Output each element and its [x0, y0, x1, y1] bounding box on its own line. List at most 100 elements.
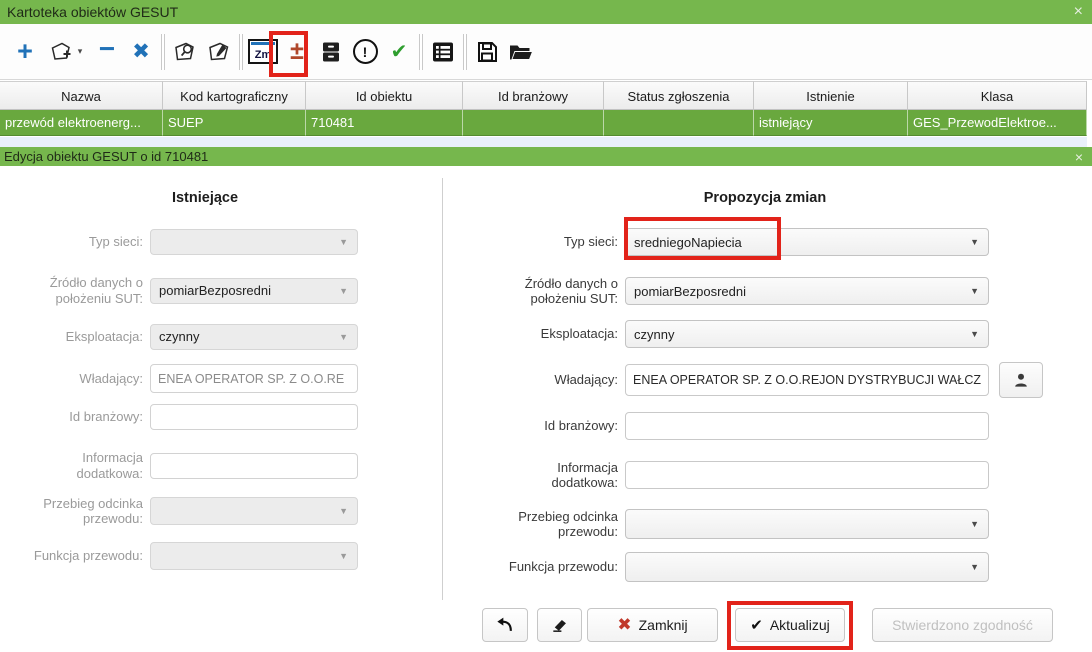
save-button[interactable] — [470, 32, 504, 72]
check-icon: ✔ — [750, 616, 763, 634]
table-header-row: Nazwa Kod kartograficzny Id obiektu Id b… — [0, 81, 1087, 110]
close-dialog-button[interactable]: ✖ Zamknij — [587, 608, 718, 642]
field-label: Typ sieci: — [490, 234, 618, 249]
chevron-down-icon: ▼ — [339, 551, 348, 561]
plus-minus-icon: ± — [290, 39, 304, 64]
row-cell-klasa[interactable]: GES_PrzewodElektroe... — [908, 110, 1087, 136]
header-cell-id-branzowy[interactable]: Id branżowy — [463, 81, 604, 110]
polygon-search-icon — [173, 41, 197, 63]
header-cell-nazwa[interactable]: Nazwa — [0, 81, 163, 110]
select-user-button[interactable] — [999, 362, 1043, 398]
eksploatacja-select-proposed[interactable]: czynny ▼ — [625, 320, 989, 348]
chevron-down-icon: ▼ — [339, 332, 348, 342]
zrodlo-select-existing: pomiarBezposredni ▼ — [150, 278, 358, 304]
add-polygon-button[interactable]: ▾ — [42, 32, 90, 72]
undo-icon — [495, 615, 515, 635]
toolbar-separator — [463, 34, 467, 70]
undo-button[interactable] — [482, 608, 528, 642]
confirm-check-icon: ✔ — [391, 42, 408, 62]
chevron-down-icon: ▼ — [970, 329, 979, 339]
zrodlo-select-proposed[interactable]: pomiarBezposredni ▼ — [625, 277, 989, 305]
add-polygon-caret-icon[interactable]: ▾ — [78, 46, 83, 57]
polygon-search-button[interactable] — [168, 32, 202, 72]
row-cell-istnienie[interactable]: istniejący — [754, 110, 908, 136]
toolbar-separator — [419, 34, 423, 70]
confirm-button[interactable]: ✔ — [382, 32, 416, 72]
field-id-branzowy-proposed: Id branżowy: — [490, 412, 989, 440]
typ-sieci-select-existing: ▼ — [150, 229, 358, 255]
user-icon — [1013, 372, 1029, 388]
zm-scale-button[interactable]: Zm — [246, 32, 280, 72]
header-cell-klasa[interactable]: Klasa — [908, 81, 1087, 110]
plus-minus-button[interactable]: ± — [280, 32, 314, 72]
update-label: Aktualizuj — [770, 617, 830, 633]
wladajacy-input-proposed[interactable] — [625, 364, 989, 396]
row-cell-id-obiektu[interactable]: 710481 — [306, 110, 463, 136]
eraser-button[interactable] — [537, 608, 582, 642]
update-button[interactable]: ✔ Aktualizuj — [735, 608, 845, 642]
header-cell-istnienie[interactable]: Istnienie — [754, 81, 908, 110]
field-label: Typ sieci: — [15, 234, 143, 249]
row-cell-nazwa[interactable]: przewód elektroenerg... — [0, 110, 163, 136]
delete-icon: ✖ — [132, 41, 150, 62]
remove-button[interactable]: − — [90, 32, 124, 72]
id-branzowy-input-proposed[interactable] — [625, 412, 989, 440]
left-panel-heading: Istniejące — [0, 190, 410, 206]
table-row[interactable]: przewód elektroenerg... SUEP 710481 istn… — [0, 110, 1087, 136]
panel-divider — [442, 178, 443, 600]
field-wladajacy-existing: Władający: — [15, 364, 358, 393]
field-zrodlo-existing: Źródło danych o położeniu SUT: pomiarBez… — [15, 277, 358, 304]
field-label: Funkcja przewodu: — [15, 548, 143, 563]
objects-table: Nazwa Kod kartograficzny Id obiektu Id b… — [0, 81, 1087, 136]
open-folder-icon — [508, 41, 534, 63]
zm-scale-icon: Zm — [248, 39, 278, 64]
row-cell-kod-kartograficzny[interactable]: SUEP — [163, 110, 306, 136]
field-typ-sieci-proposed: Typ sieci: sredniegoNapiecia ▼ — [490, 228, 989, 256]
wladajacy-input-existing — [150, 364, 358, 393]
field-funkcja-existing: Funkcja przewodu: ▼ — [15, 542, 358, 570]
przebieg-select-proposed[interactable]: ▼ — [625, 509, 989, 539]
chevron-down-icon: ▼ — [339, 286, 348, 296]
typ-sieci-select-proposed[interactable]: sredniegoNapiecia ▼ — [625, 228, 989, 256]
field-label: Id branżowy: — [490, 418, 618, 433]
dialog-body: Istniejące Propozycja zmian Typ sieci: ▼… — [0, 166, 1092, 652]
field-eksploatacja-proposed: Eksploatacja: czynny ▼ — [490, 320, 989, 348]
window-titlebar: Kartoteka obiektów GESUT × — [0, 0, 1092, 24]
dialog-close-icon[interactable]: × — [1075, 150, 1083, 164]
field-label: Źródło danych o położeniu SUT: — [15, 275, 143, 306]
informacja-input-proposed[interactable] — [625, 461, 989, 489]
chevron-down-icon: ▼ — [970, 286, 979, 296]
field-label: Przebieg odcinka przewodu: — [490, 509, 618, 540]
polygon-edit-button[interactable] — [202, 32, 236, 72]
toolbar: + ▾ − ✖ — [0, 24, 1092, 80]
list-button[interactable] — [426, 32, 460, 72]
delete-button[interactable]: ✖ — [124, 32, 158, 72]
window-close-icon[interactable]: × — [1074, 4, 1083, 20]
header-cell-kod-kartograficzny[interactable]: Kod kartograficzny — [163, 81, 306, 110]
dialog-title: Edycja obiektu GESUT o id 710481 — [4, 149, 208, 164]
field-wladajacy-proposed: Władający: — [490, 364, 1043, 396]
row-cell-id-branzowy[interactable] — [463, 110, 604, 136]
row-cell-status-zgloszenia[interactable] — [604, 110, 754, 136]
header-cell-id-obiektu[interactable]: Id obiektu — [306, 81, 463, 110]
confirm-compliance-button: Stwierdzono zgodność — [872, 608, 1053, 642]
field-id-branzowy-existing: Id branżowy: — [15, 403, 358, 430]
add-button[interactable]: + — [8, 32, 42, 72]
id-branzowy-input-existing — [150, 404, 358, 430]
field-zrodlo-proposed: Źródło danych o położeniu SUT: pomiarBez… — [490, 277, 989, 305]
add-icon: + — [17, 38, 33, 65]
field-label: Informacja dodatkowa: — [15, 450, 143, 481]
field-label: Przebieg odcinka przewodu: — [15, 496, 143, 527]
header-cell-status-zgloszenia[interactable]: Status zgłoszenia — [604, 81, 754, 110]
list-icon — [431, 41, 455, 63]
red-x-icon: ✖ — [617, 615, 631, 635]
close-dialog-label: Zamknij — [639, 617, 688, 633]
przebieg-select-existing: ▼ — [150, 497, 358, 525]
app-window: Kartoteka obiektów GESUT × + ▾ − ✖ — [0, 0, 1092, 652]
remove-icon: − — [99, 35, 115, 63]
field-przebieg-proposed: Przebieg odcinka przewodu: ▼ — [490, 509, 989, 539]
warning-button[interactable]: ! — [348, 32, 382, 72]
funkcja-select-proposed[interactable]: ▼ — [625, 552, 989, 582]
open-folder-button[interactable] — [504, 32, 538, 72]
archive-button[interactable] — [314, 32, 348, 72]
